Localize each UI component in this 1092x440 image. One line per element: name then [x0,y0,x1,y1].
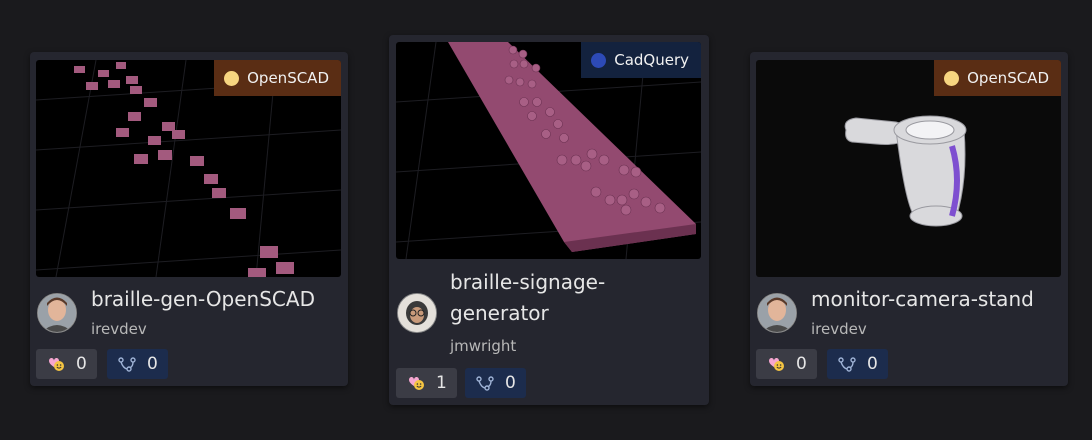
model-thumbnail[interactable]: OpenSCAD [756,60,1061,277]
author-avatar[interactable] [37,293,77,333]
author-avatar[interactable] [397,293,437,333]
project-title-line: generator [450,301,549,325]
fork-icon [476,376,494,391]
fork-button[interactable]: 0 [465,368,526,398]
fork-icon [118,357,136,372]
project-title[interactable]: braille-gen-OpenSCAD [91,284,315,315]
project-title[interactable]: braille-signage- generator [450,267,605,329]
heart-smile-icon [769,358,784,371]
author-name[interactable]: irevdev [91,320,147,338]
fork-count: 0 [147,354,158,374]
project-card[interactable]: OpenSCAD braille-gen-OpenSCAD irevdev 0 … [30,52,348,386]
fork-icon [838,357,856,372]
author-name[interactable]: jmwright [450,337,516,355]
fork-button[interactable]: 0 [107,349,168,379]
language-dot-icon [224,70,240,86]
like-button[interactable]: 0 [756,349,817,379]
model-thumbnail[interactable]: OpenSCAD [36,60,341,277]
language-badge: OpenSCAD [214,60,341,96]
like-count: 0 [76,354,87,374]
heart-smile-icon [49,358,64,371]
language-dot-icon [944,70,960,86]
language-label: CadQuery [614,51,689,69]
project-card[interactable]: CadQuery braille-signage- generator jmwr… [389,35,709,405]
like-button[interactable]: 1 [396,368,457,398]
like-button[interactable]: 0 [36,349,97,379]
language-badge: CadQuery [581,42,701,78]
heart-smile-icon [409,377,424,390]
fork-count: 0 [505,373,516,393]
language-badge: OpenSCAD [934,60,1061,96]
language-label: OpenSCAD [967,69,1049,87]
project-title[interactable]: monitor-camera-stand [811,284,1034,315]
author-name[interactable]: irevdev [811,320,867,338]
author-avatar[interactable] [757,293,797,333]
language-dot-icon [591,52,607,68]
project-title-line: braille-signage- [450,270,606,294]
fork-count: 0 [867,354,878,374]
like-count: 1 [436,373,447,393]
model-thumbnail[interactable]: CadQuery [396,42,701,259]
project-card[interactable]: OpenSCAD monitor-camera-stand irevdev 0 … [750,52,1068,386]
fork-button[interactable]: 0 [827,349,888,379]
like-count: 0 [796,354,807,374]
language-label: OpenSCAD [247,69,329,87]
